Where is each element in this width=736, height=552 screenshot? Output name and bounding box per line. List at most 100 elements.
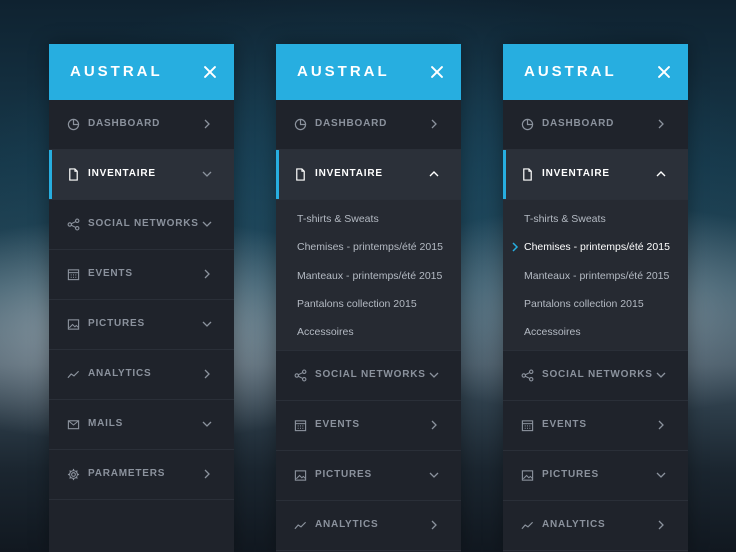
nav-item-label: SOCIAL NETWORKS [542, 369, 653, 381]
nav-item-events[interactable]: EVENTS [49, 250, 234, 300]
nav-item-social-networks[interactable]: SOCIAL NETWORKS [503, 351, 688, 402]
calendar-icon [67, 268, 80, 281]
chevron-right-icon [429, 119, 439, 129]
nav-item-label: INVENTAIRE [315, 168, 383, 179]
chevron-right-icon [511, 242, 519, 252]
nav-item-dashboard[interactable]: DASHBOARD [503, 100, 688, 150]
document-icon [294, 168, 307, 181]
nav-item-label: ANALYTICS [542, 519, 606, 531]
calendar-icon [294, 419, 307, 432]
nav-item-label: ANALYTICS [315, 519, 379, 531]
nav-item-pictures[interactable]: PICTURES [503, 451, 688, 502]
chevron-down-icon [429, 470, 439, 480]
nav-item-label: ANALYTICS [88, 368, 152, 379]
submenu-item[interactable]: Accessoires [503, 318, 688, 346]
nav-item-pictures[interactable]: PICTURES [49, 300, 234, 350]
brand-logo-text: AUSTRAL [70, 63, 163, 80]
dashboard-icon [294, 118, 307, 131]
nav-item-label: MAILS [88, 418, 124, 429]
nav-item-label: INVENTAIRE [88, 168, 156, 179]
nav-item-label: EVENTS [88, 268, 133, 279]
nav-item-dashboard[interactable]: DASHBOARD [276, 100, 461, 150]
chevron-down-icon [429, 370, 439, 380]
sidebar-header: AUSTRAL [276, 44, 461, 100]
document-icon [521, 168, 534, 181]
chevron-right-icon [656, 520, 666, 530]
chevron-down-icon [202, 419, 212, 429]
active-indicator [276, 150, 279, 199]
nav-item-pictures[interactable]: PICTURES [276, 451, 461, 502]
nav-item-label: PARAMETERS [88, 468, 166, 479]
nav-item-social-networks[interactable]: SOCIAL NETWORKS [276, 351, 461, 402]
chevron-right-icon [202, 269, 212, 279]
nav-item-analytics[interactable]: ANALYTICS [276, 501, 461, 552]
chevron-down-icon [202, 169, 212, 179]
close-icon[interactable] [201, 63, 219, 81]
analytics-icon [67, 368, 80, 381]
nav-item-inventaire[interactable]: INVENTAIRE [503, 150, 688, 200]
chevron-right-icon [429, 420, 439, 430]
sidebar-panel-collapsed: AUSTRAL DASHBOARD INVENTAIRE SOCIAL NETW… [49, 44, 234, 552]
chevron-up-icon [429, 169, 439, 179]
dashboard-icon [67, 118, 80, 131]
submenu-item-label: Chemises - printemps/été 2015 [524, 241, 670, 254]
sidebar-header: AUSTRAL [49, 44, 234, 100]
sidebar-header: AUSTRAL [503, 44, 688, 100]
calendar-icon [521, 419, 534, 432]
nav-item-inventaire[interactable]: INVENTAIRE [276, 150, 461, 200]
document-icon [67, 168, 80, 181]
nav-item-label: DASHBOARD [88, 118, 161, 129]
dashboard-icon [521, 118, 534, 131]
nav-item-parameters[interactable]: PARAMETERS [49, 450, 234, 500]
inventaire-submenu: T-shirts & Sweats Chemises - printemps/é… [276, 200, 461, 352]
chevron-right-icon [202, 369, 212, 379]
chevron-down-icon [656, 470, 666, 480]
submenu-item[interactable]: Chemises - printemps/été 2015 [276, 233, 461, 261]
nav-item-label: PICTURES [88, 318, 145, 329]
nav-item-events[interactable]: EVENTS [276, 401, 461, 452]
gear-icon [67, 468, 80, 481]
chevron-down-icon [202, 219, 212, 229]
submenu-item[interactable]: Pantalons collection 2015 [503, 290, 688, 318]
analytics-icon [294, 519, 307, 532]
submenu-item[interactable]: Manteaux - printemps/été 2015 [276, 262, 461, 290]
nav-item-analytics[interactable]: ANALYTICS [49, 350, 234, 400]
nav-item-dashboard[interactable]: DASHBOARD [49, 100, 234, 150]
nav-item-mails[interactable]: MAILS [49, 400, 234, 450]
submenu-item[interactable]: T-shirts & Sweats [276, 205, 461, 233]
share-icon [67, 218, 80, 231]
nav-item-label: EVENTS [542, 419, 587, 431]
chevron-down-icon [656, 370, 666, 380]
nav-item-label: DASHBOARD [315, 118, 388, 129]
submenu-item-selected[interactable]: Chemises - printemps/été 2015 [503, 233, 688, 261]
chevron-right-icon [656, 119, 666, 129]
nav-item-label: SOCIAL NETWORKS [315, 369, 426, 381]
submenu-item[interactable]: Pantalons collection 2015 [276, 290, 461, 318]
image-icon [67, 318, 80, 331]
submenu-item[interactable]: T-shirts & Sweats [503, 205, 688, 233]
nav-item-analytics[interactable]: ANALYTICS [503, 501, 688, 552]
chevron-right-icon [656, 420, 666, 430]
chevron-right-icon [202, 119, 212, 129]
nav-item-events[interactable]: EVENTS [503, 401, 688, 452]
sidebar-panel-selected: AUSTRAL DASHBOARD INVENTAIRE T-shirts & … [503, 44, 688, 552]
active-indicator [503, 150, 506, 199]
close-icon[interactable] [655, 63, 673, 81]
share-icon [294, 369, 307, 382]
submenu-item[interactable]: Accessoires [276, 318, 461, 346]
nav-item-label: EVENTS [315, 419, 360, 431]
mail-icon [67, 418, 80, 431]
submenu-item[interactable]: Manteaux - printemps/été 2015 [503, 262, 688, 290]
nav-item-label: DASHBOARD [542, 118, 615, 129]
nav-item-label: PICTURES [315, 469, 372, 481]
chevron-down-icon [202, 319, 212, 329]
share-icon [521, 369, 534, 382]
nav-item-label: SOCIAL NETWORKS [88, 218, 199, 229]
brand-logo-text: AUSTRAL [524, 63, 617, 80]
nav-item-inventaire[interactable]: INVENTAIRE [49, 150, 234, 200]
close-icon[interactable] [428, 63, 446, 81]
chevron-right-icon [202, 469, 212, 479]
nav-item-social-networks[interactable]: SOCIAL NETWORKS [49, 200, 234, 250]
chevron-right-icon [429, 520, 439, 530]
inventaire-submenu: T-shirts & Sweats Chemises - printemps/é… [503, 200, 688, 352]
